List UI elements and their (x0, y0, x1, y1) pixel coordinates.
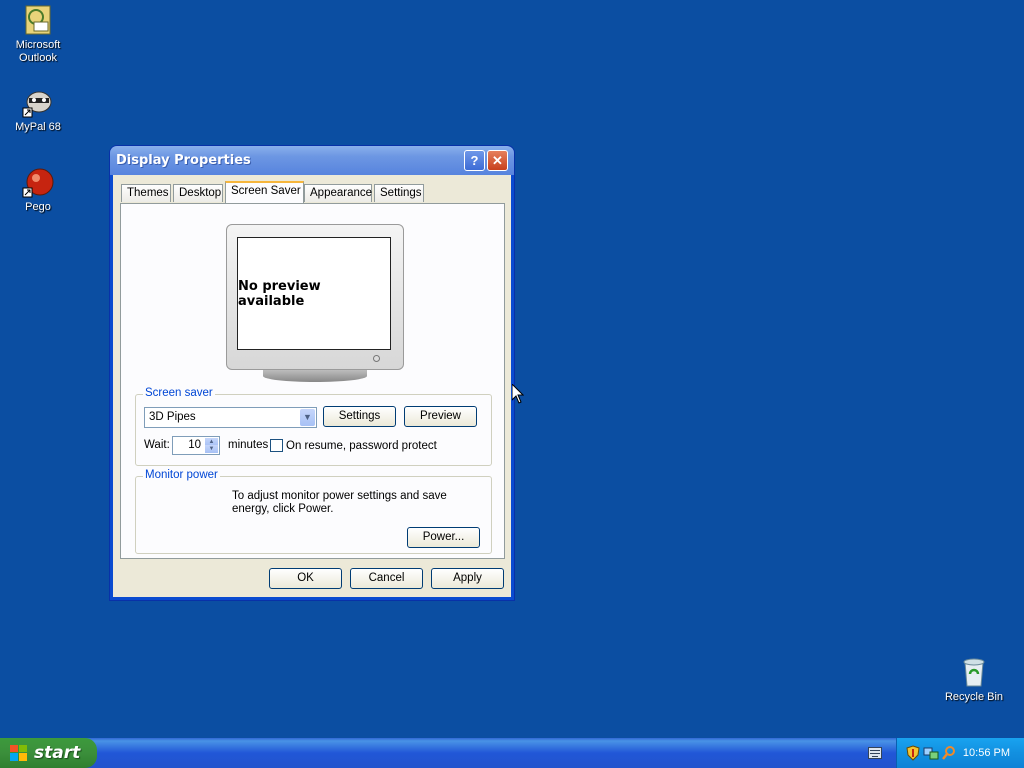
monitor-power-description: To adjust monitor power settings and sav… (232, 490, 447, 515)
red-ball-icon (22, 166, 54, 198)
desktop-icon-label: MyPal 68 (15, 121, 61, 133)
chevron-down-icon[interactable]: ▼ (300, 409, 315, 426)
password-protect-checkbox[interactable] (270, 439, 283, 452)
desktop-icon-mypal[interactable]: MyPal 68 (0, 86, 76, 134)
monitor-preview: No preview available (226, 224, 404, 384)
desktop-icon-label: Microsoft Outlook (15, 39, 61, 64)
network-icon[interactable] (923, 745, 939, 761)
keyboard-icon[interactable] (868, 747, 882, 759)
screen-saver-group: Screen saver 3D Pipes ▼ Settings Preview… (135, 387, 492, 466)
security-shield-icon[interactable] (905, 745, 921, 761)
desktop-icon-pego[interactable]: Pego (0, 166, 76, 214)
apply-button[interactable]: Apply (431, 568, 504, 589)
start-button[interactable]: start (0, 738, 97, 768)
tab-themes[interactable]: Themes (121, 184, 171, 202)
monitor-power-group-title: Monitor power (143, 469, 220, 481)
desktop-icon-recycle-bin[interactable]: Recycle Bin (936, 656, 1012, 704)
ok-button[interactable]: OK (269, 568, 342, 589)
title-bar[interactable]: Display Properties ? ✕ (110, 146, 514, 175)
help-button[interactable]: ? (464, 150, 485, 171)
screen-saver-group-title: Screen saver (143, 387, 215, 399)
minutes-label: minutes (228, 439, 269, 451)
screen-saver-panel: No preview available Screen saver 3D Pip… (120, 203, 505, 559)
tab-settings[interactable]: Settings (374, 184, 424, 202)
taskbar: start 10:56 PM (0, 738, 1024, 768)
wait-minutes-stepper[interactable]: 10 ▲ ▼ (172, 436, 220, 455)
search-icon[interactable] (941, 745, 957, 761)
settings-button[interactable]: Settings (323, 406, 396, 427)
recycle-bin-icon (958, 656, 990, 688)
no-preview-text: No preview available (238, 278, 321, 309)
monitor-power-group: Monitor power To adjust monitor power se… (135, 469, 492, 554)
cancel-button[interactable]: Cancel (350, 568, 423, 589)
display-properties-window: Display Properties ? ✕ Themes Desktop Sc… (110, 146, 514, 600)
close-button[interactable]: ✕ (487, 150, 508, 171)
tab-screen-saver[interactable]: Screen Saver (225, 181, 304, 203)
power-button[interactable]: Power... (407, 527, 480, 548)
power-led-icon (373, 355, 380, 362)
windows-flag-icon (10, 745, 27, 761)
mouse-cursor-icon (512, 384, 524, 404)
desktop-icon-outlook[interactable]: Microsoft Outlook (0, 4, 76, 65)
tab-desktop[interactable]: Desktop (173, 184, 223, 202)
tab-appearance[interactable]: Appearance (304, 184, 372, 202)
clock[interactable]: 10:56 PM (963, 747, 1010, 759)
outlook-icon (22, 4, 54, 36)
password-protect-label[interactable]: On resume, password protect (286, 440, 437, 452)
wait-minutes-value[interactable]: 10 (188, 439, 201, 451)
raccoon-icon (22, 86, 54, 118)
preview-screen: No preview available (237, 237, 391, 350)
screen-saver-select[interactable]: 3D Pipes ▼ (144, 407, 317, 428)
window-title: Display Properties (116, 153, 251, 168)
system-tray: 10:56 PM (896, 738, 1024, 768)
monitor-base (263, 370, 367, 382)
desktop-icon-label: Recycle Bin (944, 691, 1004, 703)
arrow-down-icon[interactable]: ▼ (205, 445, 218, 453)
screen-saver-selected-value: 3D Pipes (149, 411, 196, 423)
wait-label: Wait: (144, 439, 170, 451)
desktop-icon-label: Pego (25, 201, 51, 213)
start-label: start (34, 743, 81, 763)
window-client-area: Themes Desktop Screen Saver Appearance S… (113, 175, 511, 597)
preview-button[interactable]: Preview (404, 406, 477, 427)
